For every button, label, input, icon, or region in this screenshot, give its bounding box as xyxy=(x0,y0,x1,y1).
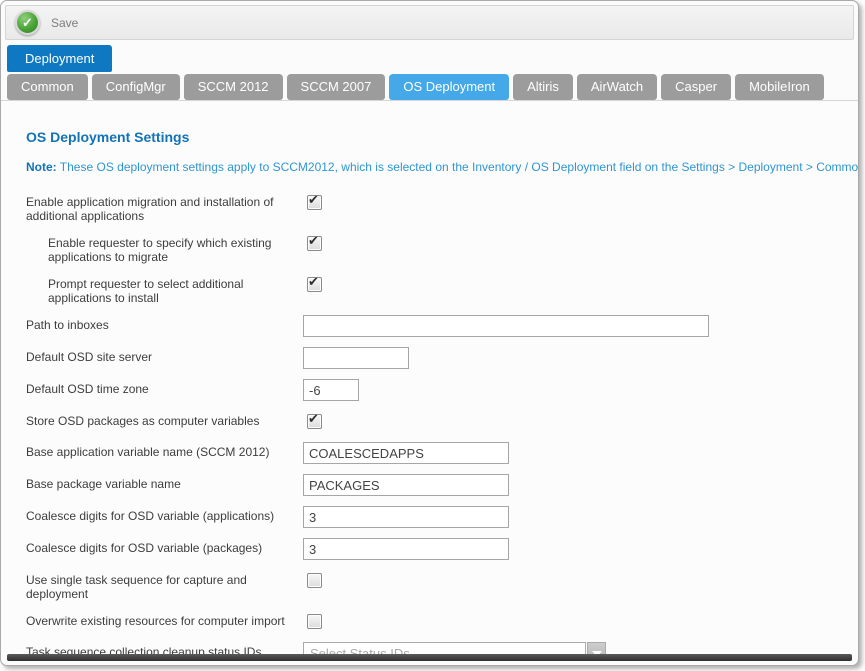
status-ids-dropdown[interactable]: Select Status IDs xyxy=(303,642,606,654)
checkbox-enable-requester-migrate[interactable] xyxy=(307,236,322,251)
path-to-inboxes-input[interactable] xyxy=(303,315,709,337)
tab-sccm-2007[interactable]: SCCM 2007 xyxy=(287,74,386,100)
tab-deployment[interactable]: Deployment xyxy=(7,45,112,72)
tab-airwatch[interactable]: AirWatch xyxy=(577,74,657,100)
note-body: These OS deployment settings apply to SC… xyxy=(60,160,858,174)
base-application-variable-input[interactable] xyxy=(303,442,509,464)
checkbox-single-task-sequence[interactable] xyxy=(307,573,322,588)
primary-tab-row: Deployment xyxy=(7,45,858,72)
sub-tab-row: Common ConfigMgr SCCM 2012 SCCM 2007 OS … xyxy=(1,74,858,101)
settings-window: ✓ Save Deployment Common ConfigMgr SCCM … xyxy=(0,0,859,666)
form-row: Coalesce digits for OSD variable (applic… xyxy=(26,506,842,528)
status-ids-placeholder: Select Status IDs xyxy=(310,646,410,654)
form-row: Base package variable name xyxy=(26,474,842,496)
field-label: Coalesce digits for OSD variable (applic… xyxy=(26,506,303,523)
field-label: Task sequence collection cleanup status … xyxy=(26,642,303,654)
field-label: Path to inboxes xyxy=(26,315,303,332)
default-osd-site-server-input[interactable] xyxy=(303,347,409,369)
form-row: Store OSD packages as computer variables xyxy=(26,411,842,432)
save-button[interactable]: ✓ Save xyxy=(15,10,78,35)
save-check-icon: ✓ xyxy=(15,10,40,35)
coalesce-digits-applications-input[interactable] xyxy=(303,506,509,528)
form-row: Enable application migration and install… xyxy=(26,192,842,223)
form-row: Path to inboxes xyxy=(26,315,842,337)
toolbar: ✓ Save xyxy=(5,5,854,40)
coalesce-digits-packages-input[interactable] xyxy=(303,538,509,560)
field-label: Default OSD time zone xyxy=(26,379,303,396)
field-label: Default OSD site server xyxy=(26,347,303,364)
status-ids-dropdown-field[interactable]: Select Status IDs xyxy=(303,642,586,654)
base-package-variable-input[interactable] xyxy=(303,474,509,496)
form-row: Default OSD time zone xyxy=(26,379,842,401)
field-label: Enable application migration and install… xyxy=(26,192,303,223)
checkbox-enable-app-migration[interactable] xyxy=(307,195,322,210)
tab-mobileiron[interactable]: MobileIron xyxy=(735,74,824,100)
form-row: Prompt requester to select additional ap… xyxy=(26,274,842,305)
field-label: Base package variable name xyxy=(26,474,303,491)
form-row: Overwrite existing resources for compute… xyxy=(26,611,842,632)
bottom-bar xyxy=(7,654,852,661)
tab-sccm-2012[interactable]: SCCM 2012 xyxy=(184,74,283,100)
default-osd-time-zone-input[interactable] xyxy=(303,379,359,401)
settings-panel: OS Deployment Settings Note: These OS de… xyxy=(1,101,858,654)
note-label: Note: xyxy=(26,160,57,174)
form-row: Task sequence collection cleanup status … xyxy=(26,642,842,654)
tab-configmgr[interactable]: ConfigMgr xyxy=(92,74,180,100)
checkbox-overwrite-existing-resources[interactable] xyxy=(307,614,322,629)
field-label: Overwrite existing resources for compute… xyxy=(26,611,303,628)
field-label: Prompt requester to select additional ap… xyxy=(26,274,303,305)
tab-casper[interactable]: Casper xyxy=(661,74,731,100)
field-label: Store OSD packages as computer variables xyxy=(26,411,303,428)
form-row: Default OSD site server xyxy=(26,347,842,369)
form-row: Base application variable name (SCCM 201… xyxy=(26,442,842,464)
form-row: Enable requester to specify which existi… xyxy=(26,233,842,264)
save-button-label: Save xyxy=(51,16,78,30)
field-label: Use single task sequence for capture and… xyxy=(26,570,303,601)
checkbox-prompt-additional-apps[interactable] xyxy=(307,277,322,292)
status-ids-dropdown-button[interactable] xyxy=(587,642,606,654)
field-label: Enable requester to specify which existi… xyxy=(26,233,303,264)
field-label: Base application variable name (SCCM 201… xyxy=(26,442,303,459)
field-label: Coalesce digits for OSD variable (packag… xyxy=(26,538,303,555)
tab-altiris[interactable]: Altiris xyxy=(513,74,573,100)
form-row: Use single task sequence for capture and… xyxy=(26,570,842,601)
checkbox-store-osd-packages[interactable] xyxy=(307,414,322,429)
tab-os-deployment[interactable]: OS Deployment xyxy=(389,74,509,100)
form-row: Coalesce digits for OSD variable (packag… xyxy=(26,538,842,560)
tab-common[interactable]: Common xyxy=(7,74,88,100)
note-text: Note: These OS deployment settings apply… xyxy=(26,160,842,174)
page-title: OS Deployment Settings xyxy=(26,129,842,145)
